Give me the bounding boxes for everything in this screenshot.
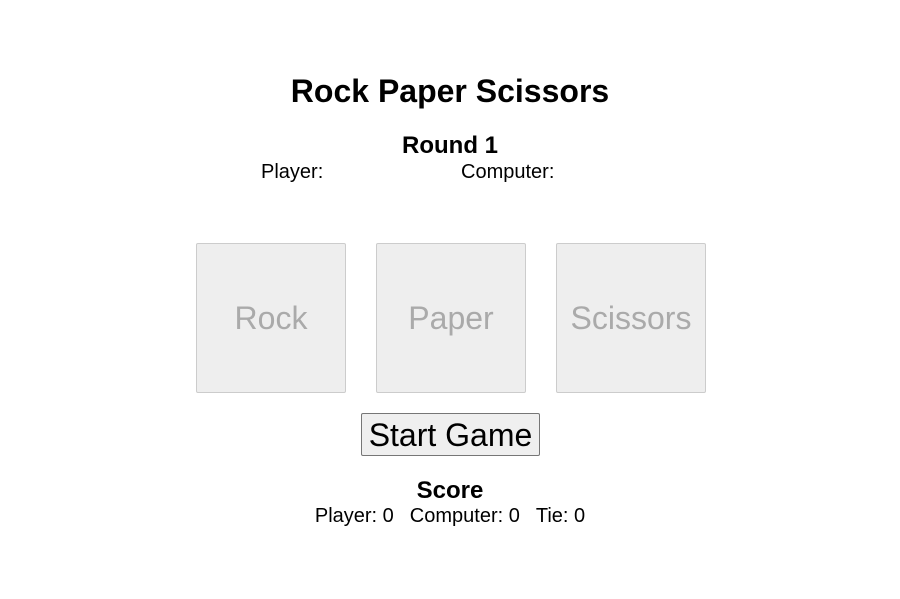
score-heading: Score: [416, 477, 484, 504]
round-heading: Round 1: [402, 132, 498, 159]
tie-score: Tie: 0: [535, 505, 586, 527]
scissors-choice-button[interactable]: Scissors: [556, 243, 706, 393]
computer-score: Computer: 0: [409, 505, 520, 527]
score-row: Player: 0 Computer: 0 Tie: 0: [0, 504, 900, 528]
page-title: Rock Paper Scissors: [290, 73, 610, 109]
player-choice-label: Player:: [261, 161, 324, 183]
game-page: Rock Paper Scissors Round 1 Player: Comp…: [0, 0, 900, 599]
computer-choice-label: Computer:: [461, 161, 555, 183]
paper-choice-button[interactable]: Paper: [376, 243, 526, 393]
rock-choice-button[interactable]: Rock: [196, 243, 346, 393]
start-game-button[interactable]: Start Game: [361, 413, 540, 456]
player-score: Player: 0: [314, 505, 394, 527]
